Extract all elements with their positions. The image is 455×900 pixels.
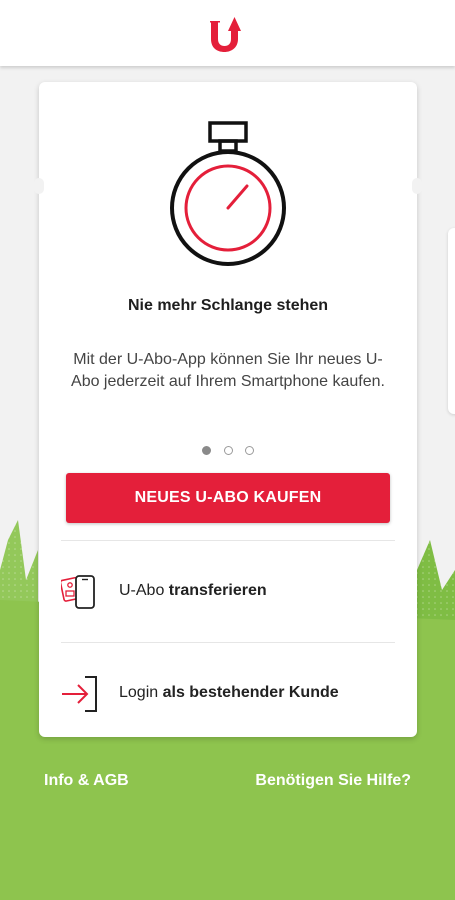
help-link[interactable]: Benötigen Sie Hilfe? — [255, 772, 411, 790]
buy-new-subscription-button[interactable]: NEUES U-ABO KAUFEN — [66, 473, 390, 523]
transfer-subscription-row[interactable]: U-Abo transferieren — [61, 556, 395, 626]
card-notch-left — [34, 178, 44, 194]
next-card-preview[interactable] — [448, 228, 455, 414]
card-notch-right — [412, 178, 422, 194]
divider — [61, 642, 395, 643]
onboarding-card: Nie mehr Schlange stehen Mit der U-Abo-A… — [34, 82, 422, 737]
divider — [61, 540, 395, 541]
pagination-dot-3[interactable] — [244, 446, 254, 455]
pagination-dot-1[interactable] — [202, 446, 212, 455]
login-label: Login als bestehender Kunde — [119, 684, 339, 701]
u-logo-icon — [210, 17, 241, 52]
info-agb-link[interactable]: Info & AGB — [44, 772, 129, 790]
app-header — [0, 0, 455, 66]
pagination-dots — [39, 442, 417, 460]
pagination-dot-2[interactable] — [223, 446, 233, 455]
slide-description: Mit der U-Abo-App können Sie Ihr neues U… — [71, 351, 385, 390]
transfer-label: U-Abo transferieren — [119, 582, 267, 599]
login-arrow-icon — [62, 676, 97, 712]
slide-title: Nie mehr Schlange stehen — [127, 297, 329, 314]
phone-transfer-icon — [61, 575, 95, 609]
login-existing-customer-row[interactable]: Login als bestehender Kunde — [61, 658, 395, 728]
stopwatch-icon — [170, 121, 286, 266]
